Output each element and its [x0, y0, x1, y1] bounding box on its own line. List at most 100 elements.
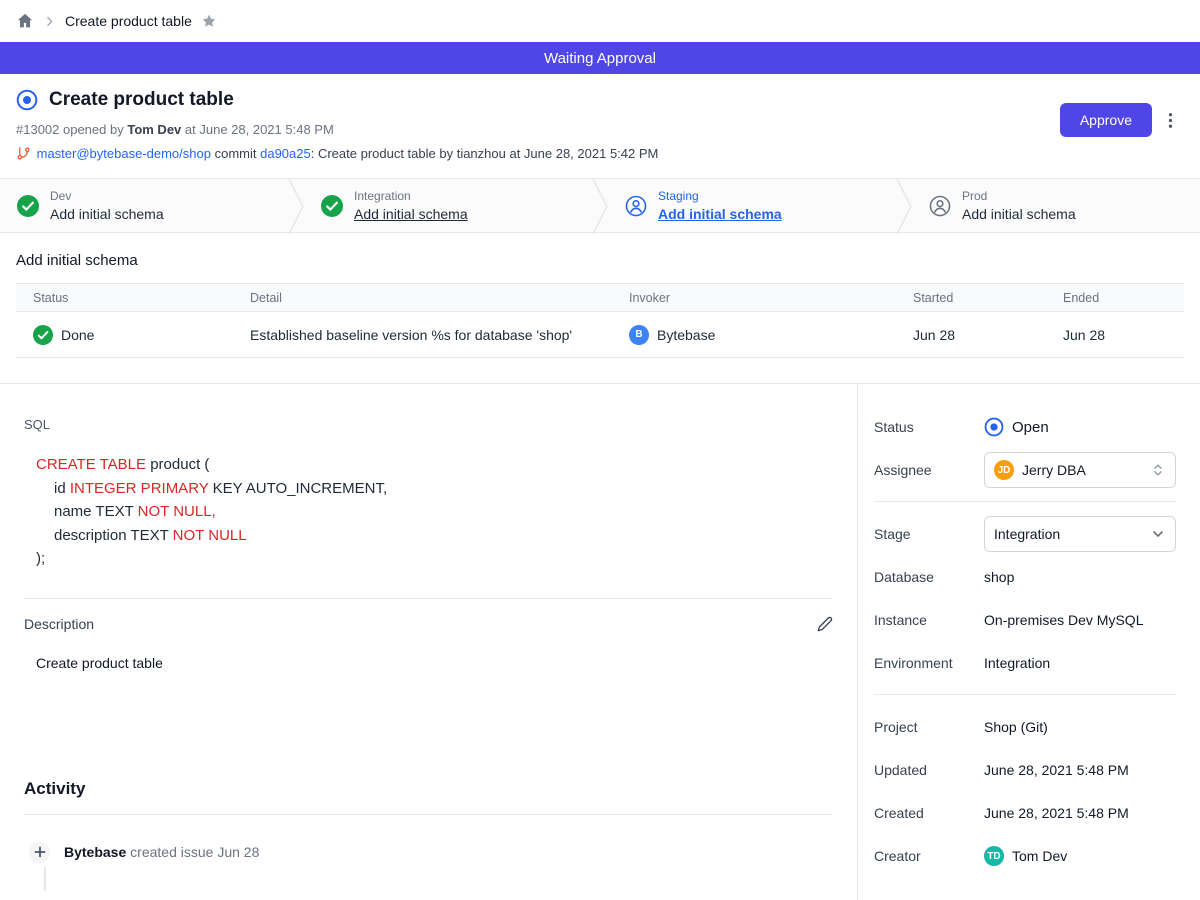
sql-token: product (	[146, 456, 209, 473]
assignee-name: Jerry DBA	[1022, 462, 1142, 478]
updated-value: June 28, 2021 5:48 PM	[984, 762, 1129, 778]
table-row[interactable]: Done Established baseline version %s for…	[16, 312, 1184, 357]
task-section: Add initial schema Status Detail Invoker…	[0, 233, 1200, 383]
issue-title: Create product table	[49, 89, 234, 111]
issue-author: Tom Dev	[127, 122, 181, 137]
activity-entry-text: Bytebase created issue Jun 28	[64, 844, 259, 860]
stage-separator-icon	[896, 179, 912, 234]
instance-value[interactable]: On-premises Dev MySQL	[984, 612, 1143, 628]
sidebar-field-created: Created June 28, 2021 5:48 PM	[874, 795, 1176, 831]
chevron-down-icon	[1150, 526, 1166, 542]
sql-token: CREATE TABLE	[36, 456, 146, 473]
task-invoker-cell: B Bytebase	[612, 325, 896, 345]
field-label: Instance	[874, 612, 984, 628]
description-label: Description	[24, 616, 94, 632]
issue-title-row: Create product table	[16, 89, 1184, 111]
project-value[interactable]: Shop (Git)	[984, 719, 1048, 735]
commit-hash-link[interactable]: da90a25	[260, 146, 311, 161]
status-text: Open	[1012, 419, 1049, 436]
stage-task-link[interactable]: Add initial schema	[50, 206, 164, 222]
stage-env-label: Integration	[354, 189, 468, 203]
stage-separator-icon	[592, 179, 608, 234]
more-menu-icon[interactable]	[1161, 111, 1180, 130]
breadcrumb-title[interactable]: Create product table	[65, 13, 192, 29]
sql-line: CREATE TABLE product (	[36, 453, 833, 477]
home-icon[interactable]	[16, 12, 34, 30]
divider	[874, 501, 1176, 502]
column-header-ended: Ended	[1046, 291, 1184, 305]
commit-repo-link[interactable]: master@bytebase-demo/shop	[37, 146, 211, 161]
field-label: Environment	[874, 655, 984, 671]
edit-pencil-icon[interactable]	[817, 616, 833, 632]
avatar: JD	[994, 460, 1014, 480]
sql-token: description TEXT	[54, 527, 173, 544]
task-ended-cell: Jun 28	[1046, 327, 1184, 343]
status-value: Open	[984, 417, 1049, 437]
issue-sidebar: Status Open Assignee JD Jerry DBA	[857, 384, 1200, 900]
check-circle-icon	[17, 195, 39, 217]
pipeline-stage-bar: Dev Add initial schema Integration Add i…	[0, 178, 1200, 233]
creator-value: TD Tom Dev	[984, 846, 1067, 866]
stage-text: Prod Add initial schema	[962, 189, 1076, 222]
issue-meta-suffix: at June 28, 2021 5:48 PM	[185, 122, 334, 137]
breadcrumb-bar: Create product table	[0, 0, 1200, 42]
sql-token: NOT NULL	[173, 527, 247, 544]
sql-label: SQL	[24, 417, 833, 432]
sql-line: id INTEGER PRIMARY KEY AUTO_INCREMENT,	[36, 477, 833, 501]
lower-content: SQL CREATE TABLE product ( id INTEGER PR…	[0, 383, 1200, 900]
selector-stepper-icon	[1150, 462, 1166, 478]
bytebase-issue-page: Create product table Waiting Approval Cr…	[0, 0, 1200, 900]
task-invoker-name: Bytebase	[657, 327, 715, 343]
field-label: Database	[874, 569, 984, 585]
stage-select-value: Integration	[994, 526, 1142, 542]
stage-task-link[interactable]: Add initial schema	[962, 206, 1076, 222]
created-value: June 28, 2021 5:48 PM	[984, 805, 1129, 821]
sidebar-field-database: Database shop	[874, 559, 1176, 595]
pipeline-stage-prod[interactable]: Prod Add initial schema	[912, 179, 1200, 232]
sidebar-field-project: Project Shop (Git)	[874, 709, 1176, 745]
description-header: Description	[24, 616, 833, 632]
issue-meta-prefix: #13002 opened by	[16, 122, 124, 137]
sidebar-field-stage: Stage Integration	[874, 516, 1176, 552]
stage-select[interactable]: Integration	[984, 516, 1176, 552]
sql-token: NOT NULL,	[138, 503, 216, 520]
pipeline-stage-dev[interactable]: Dev Add initial schema	[0, 179, 288, 232]
issue-header: Create product table #13002 opened by To…	[0, 74, 1200, 178]
sql-token: );	[36, 550, 45, 567]
commit-info: master@bytebase-demo/shop commit da90a25…	[16, 146, 1184, 161]
avatar: B	[629, 325, 649, 345]
person-circle-icon	[929, 195, 951, 217]
stage-text: Dev Add initial schema	[50, 189, 164, 222]
sidebar-field-updated: Updated June 28, 2021 5:48 PM	[874, 752, 1176, 788]
divider	[24, 598, 833, 599]
column-header-invoker: Invoker	[612, 291, 896, 305]
git-branch-icon	[16, 146, 33, 161]
commit-message: : Create product table by tianzhou at Ju…	[311, 146, 659, 161]
database-value[interactable]: shop	[984, 569, 1014, 585]
sidebar-field-assignee: Assignee JD Jerry DBA	[874, 452, 1176, 488]
approval-banner: Waiting Approval	[0, 42, 1200, 74]
stage-task-link[interactable]: Add initial schema	[658, 206, 782, 222]
task-detail-cell: Established baseline version %s for data…	[233, 327, 612, 343]
avatar: TD	[984, 846, 1004, 866]
sql-preview: CREATE TABLE product ( id INTEGER PRIMAR…	[36, 453, 833, 571]
activity-entry: Bytebase created issue Jun 28	[24, 842, 833, 863]
description-content[interactable]: Create product table	[36, 655, 833, 671]
creator-name: Tom Dev	[1012, 848, 1067, 864]
pipeline-stage-staging[interactable]: Staging Add initial schema	[608, 179, 896, 232]
sql-line: );	[36, 547, 833, 571]
main-column: SQL CREATE TABLE product ( id INTEGER PR…	[0, 384, 857, 900]
sidebar-field-instance: Instance On-premises Dev MySQL	[874, 602, 1176, 638]
environment-value[interactable]: Integration	[984, 655, 1050, 671]
star-icon[interactable]	[201, 13, 217, 29]
assignee-select[interactable]: JD Jerry DBA	[984, 452, 1176, 488]
stage-task-link[interactable]: Add initial schema	[354, 206, 468, 222]
task-started-cell: Jun 28	[896, 327, 1046, 343]
sql-token: INTEGER PRIMARY	[70, 480, 209, 497]
stage-env-label: Prod	[962, 189, 1076, 203]
field-label: Created	[874, 805, 984, 821]
header-actions: Approve	[1060, 103, 1180, 137]
approve-button[interactable]: Approve	[1060, 103, 1152, 137]
activity-action: created issue Jun 28	[130, 844, 259, 860]
pipeline-stage-integration[interactable]: Integration Add initial schema	[304, 179, 592, 232]
